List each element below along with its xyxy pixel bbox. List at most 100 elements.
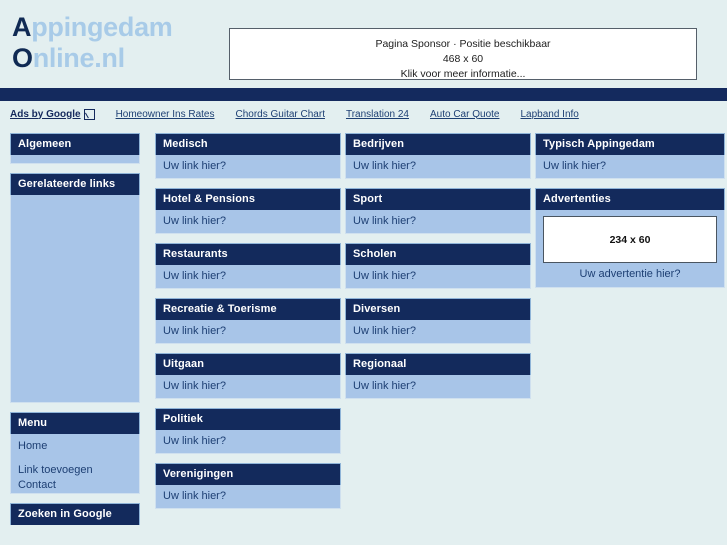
panel-advertenties: Advertenties 234 x 60 Uw advertentie hie… [535,188,725,288]
external-link-icon [83,108,95,120]
panel-politiek: Politiek Uw link hier? [155,408,341,454]
menu-spacer [18,454,132,463]
uw-link-hier-link[interactable]: Uw link hier? [163,435,226,447]
category-column-two: Bedrijven Uw link hier? Sport Uw link hi… [345,133,531,408]
page-header: Appingedam Online.nl Pagina Sponsor · Po… [0,0,727,88]
panel-uitgaan-body: Uw link hier? [155,375,341,399]
panel-restaurants-title: Restaurants [155,243,341,265]
uw-link-hier-link[interactable]: Uw link hier? [163,270,226,282]
panel-diversen-body: Uw link hier? [345,320,531,344]
uw-link-hier-link[interactable]: Uw link hier? [163,380,226,392]
uw-link-hier-link[interactable]: Uw link hier? [353,380,416,392]
sponsor-line-2: 468 x 60 [442,53,484,65]
logo-capital-a: A [12,12,32,42]
advertisement-placeholder[interactable]: 234 x 60 [543,216,717,263]
panel-typisch-appingedam-body: Uw link hier? [535,155,725,179]
panel-verenigingen-title: Verenigingen [155,463,341,485]
panel-algemeen-title: Algemeen [10,133,140,155]
ad-link-3[interactable]: Translation 24 [346,109,409,120]
panel-hotel-pensions-body: Uw link hier? [155,210,341,234]
panel-bedrijven-title: Bedrijven [345,133,531,155]
ads-by-google-label[interactable]: Ads by Google [10,108,95,120]
ad-link-2[interactable]: Chords Guitar Chart [236,109,325,120]
ad-link-5[interactable]: Lapband Info [520,109,578,120]
sponsor-banner[interactable]: Pagina Sponsor · Positie beschikbaar 468… [229,28,697,80]
panel-recreatie-toerisme-body: Uw link hier? [155,320,341,344]
category-column-three: Typisch Appingedam Uw link hier? Adverte… [535,133,725,297]
panel-regionaal-body: Uw link hier? [345,375,531,399]
panel-sport-body: Uw link hier? [345,210,531,234]
panel-typisch-appingedam-title: Typisch Appingedam [535,133,725,155]
uw-link-hier-link[interactable]: Uw link hier? [163,325,226,337]
category-column-one: Medisch Uw link hier? Hotel & Pensions U… [155,133,341,518]
panel-bedrijven: Bedrijven Uw link hier? [345,133,531,179]
panel-algemeen-body [10,155,140,164]
panel-algemeen: Algemeen [10,133,140,164]
panel-gerelateerde-links: Gerelateerde links [10,173,140,403]
panel-diversen-title: Diversen [345,298,531,320]
ad-link-1[interactable]: Homeowner Ins Rates [116,109,215,120]
panel-verenigingen-body: Uw link hier? [155,485,341,509]
page-content: Algemeen Gerelateerde links Menu Home Li… [0,127,727,525]
panel-bedrijven-body: Uw link hier? [345,155,531,179]
panel-hotel-pensions: Hotel & Pensions Uw link hier? [155,188,341,234]
panel-typisch-appingedam: Typisch Appingedam Uw link hier? [535,133,725,179]
panel-restaurants-body: Uw link hier? [155,265,341,289]
panel-menu: Menu Home Link toevoegen Contact [10,412,140,494]
uw-link-hier-link[interactable]: Uw link hier? [163,160,226,172]
panel-politiek-body: Uw link hier? [155,430,341,454]
site-logo[interactable]: Appingedam Online.nl [12,12,173,74]
menu-item-contact[interactable]: Contact [18,478,132,493]
panel-medisch-body: Uw link hier? [155,155,341,179]
panel-advertenties-body: 234 x 60 Uw advertentie hier? [535,210,725,288]
panel-hotel-pensions-title: Hotel & Pensions [155,188,341,210]
uw-link-hier-link[interactable]: Uw link hier? [543,160,606,172]
panel-scholen: Scholen Uw link hier? [345,243,531,289]
panel-menu-body: Home Link toevoegen Contact [10,434,140,494]
panel-menu-title: Menu [10,412,140,434]
logo-line-2: Online.nl [12,43,173,74]
panel-medisch-title: Medisch [155,133,341,155]
panel-recreatie-toerisme: Recreatie & Toerisme Uw link hier? [155,298,341,344]
left-sidebar: Algemeen Gerelateerde links Menu Home Li… [10,133,140,534]
logo-text-online: nline.nl [32,43,125,73]
panel-verenigingen: Verenigingen Uw link hier? [155,463,341,509]
uw-link-hier-link[interactable]: Uw link hier? [163,215,226,227]
navy-divider-bar [0,88,727,101]
logo-capital-o: O [12,43,33,73]
panel-gerelateerde-links-title: Gerelateerde links [10,173,140,195]
panel-zoeken-in-google-title: Zoeken in Google [10,503,140,525]
uw-link-hier-link[interactable]: Uw link hier? [353,325,416,337]
panel-uitgaan-title: Uitgaan [155,353,341,375]
ads-by-google-text: Ads by Google [10,108,81,120]
ad-caption-link[interactable]: Uw advertentie hier? [542,268,718,280]
panel-advertenties-title: Advertenties [535,188,725,210]
google-ads-strip: Ads by Google Homeowner Ins Rates Chords… [0,101,727,127]
panel-sport: Sport Uw link hier? [345,188,531,234]
panel-medisch: Medisch Uw link hier? [155,133,341,179]
menu-item-link-toevoegen[interactable]: Link toevoegen [18,463,132,478]
panel-sport-title: Sport [345,188,531,210]
panel-gerelateerde-links-body [10,195,140,403]
uw-link-hier-link[interactable]: Uw link hier? [353,160,416,172]
panel-regionaal: Regionaal Uw link hier? [345,353,531,399]
uw-link-hier-link[interactable]: Uw link hier? [353,270,416,282]
panel-scholen-body: Uw link hier? [345,265,531,289]
menu-item-home[interactable]: Home [18,439,132,454]
panel-uitgaan: Uitgaan Uw link hier? [155,353,341,399]
sponsor-line-3: Klik voor meer informatie... [400,68,526,80]
panel-restaurants: Restaurants Uw link hier? [155,243,341,289]
ad-link-4[interactable]: Auto Car Quote [430,109,499,120]
logo-line-1: Appingedam [12,12,173,43]
sponsor-line-1: Pagina Sponsor · Positie beschikbaar [375,38,551,50]
panel-politiek-title: Politiek [155,408,341,430]
logo-text-appingedam: ppingedam [31,12,173,42]
uw-link-hier-link[interactable]: Uw link hier? [163,490,226,502]
ad-size-label: 234 x 60 [609,233,651,246]
panel-recreatie-toerisme-title: Recreatie & Toerisme [155,298,341,320]
uw-link-hier-link[interactable]: Uw link hier? [353,215,416,227]
panel-scholen-title: Scholen [345,243,531,265]
panel-diversen: Diversen Uw link hier? [345,298,531,344]
panel-zoeken-in-google: Zoeken in Google [10,503,140,525]
panel-regionaal-title: Regionaal [345,353,531,375]
